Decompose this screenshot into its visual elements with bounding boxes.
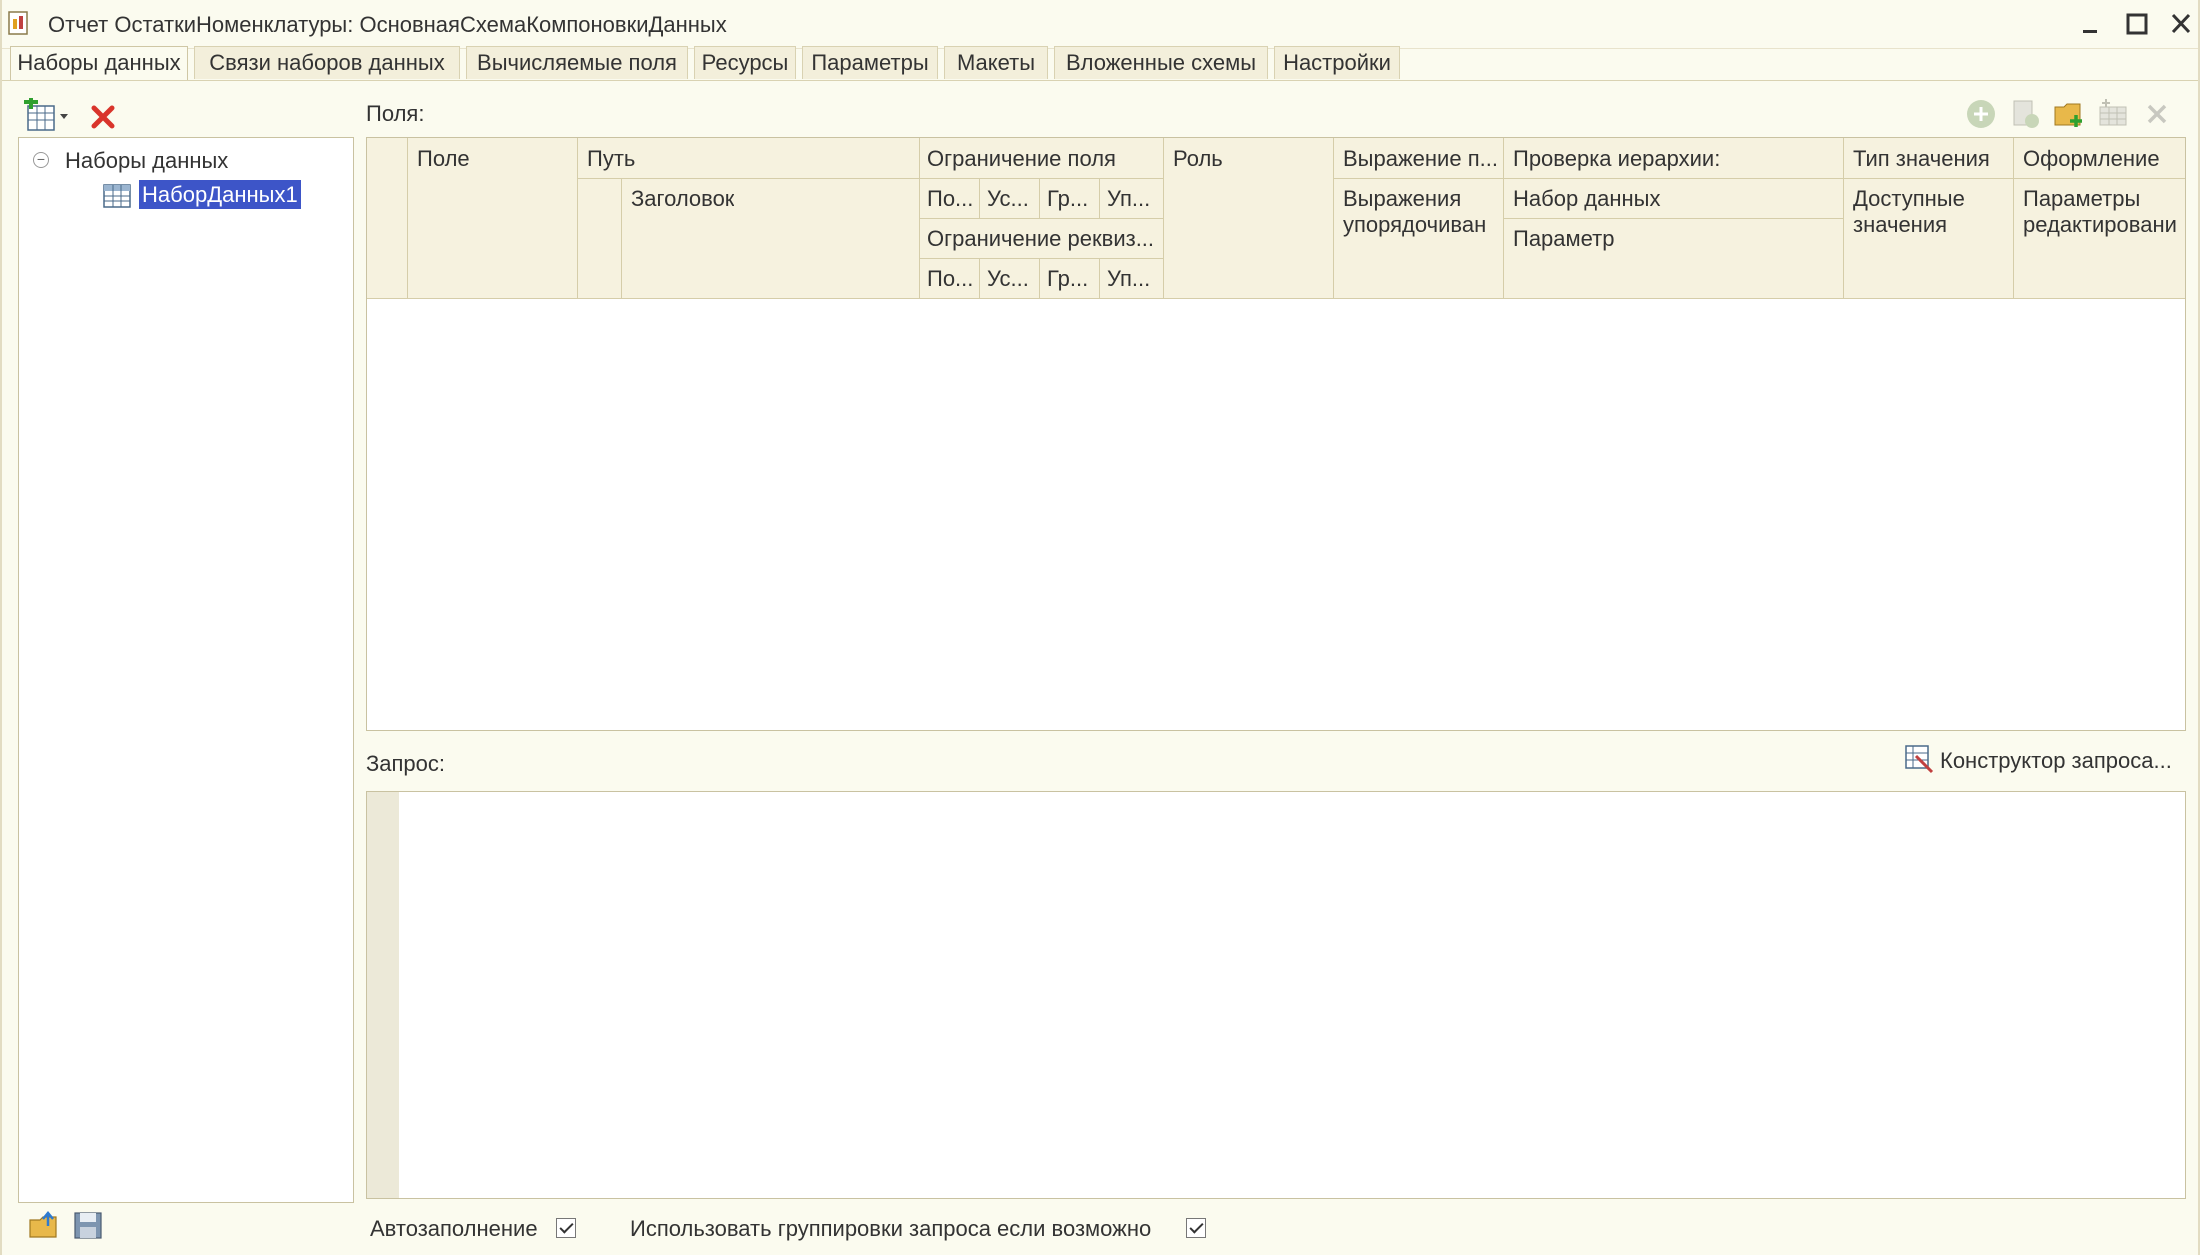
col-field[interactable]: Поле xyxy=(417,146,470,172)
collapse-icon[interactable]: − xyxy=(33,152,49,169)
tree-item-dataset1[interactable]: НаборДанных1 xyxy=(103,179,302,210)
query-wizard-icon xyxy=(1905,745,1934,774)
datasets-tree: − Наборы данных НаборДанных1 xyxy=(18,137,354,1203)
main-window: Отчет ОстаткиНоменклатуры: ОсновнаяСхема… xyxy=(0,0,2200,1255)
col-appearance[interactable]: Оформление xyxy=(2023,146,2160,172)
autofill-label: Автозаполнение xyxy=(370,1216,538,1241)
add-field-icon[interactable] xyxy=(2008,97,2042,131)
open-folder-icon[interactable] xyxy=(28,1210,60,1240)
tab-resources[interactable]: Ресурсы xyxy=(694,46,796,79)
query-editor-gutter xyxy=(367,792,399,1198)
save-icon[interactable] xyxy=(72,1210,104,1240)
tab-nested-schemas[interactable]: Вложенные схемы xyxy=(1054,46,1268,79)
col-attr-us[interactable]: Ус... xyxy=(987,266,1037,292)
autofill-checkbox[interactable] xyxy=(556,1218,576,1238)
col-attr-up[interactable]: Уп... xyxy=(1107,266,1161,292)
col-dataset[interactable]: Набор данных xyxy=(1513,186,1661,212)
col-restr-po[interactable]: По... xyxy=(927,186,977,212)
col-restr-us[interactable]: Ус... xyxy=(987,186,1037,212)
close-icon[interactable] xyxy=(2166,10,2196,38)
add-circle-icon[interactable] xyxy=(1964,97,1998,131)
col-expression[interactable]: Выражение п... xyxy=(1343,146,1501,172)
tree-item-label: НаборДанных1 xyxy=(138,179,302,210)
tab-templates[interactable]: Макеты xyxy=(944,46,1048,79)
maximize-icon[interactable] xyxy=(2122,10,2152,38)
tab-divider xyxy=(2,80,2198,81)
tree-root-label: Наборы данных xyxy=(65,148,229,173)
fields-table[interactable]: Поле Путь Заголовок Ограничение поля По.… xyxy=(366,137,2186,731)
delete-dataset-icon[interactable] xyxy=(88,102,118,132)
add-folder-icon[interactable] xyxy=(2052,97,2086,131)
tab-datasets[interactable]: Наборы данных xyxy=(10,46,188,81)
query-editor[interactable] xyxy=(366,791,2186,1199)
fields-label: Поля: xyxy=(366,101,425,126)
fields-table-header: Поле Путь Заголовок Ограничение поля По.… xyxy=(367,138,2185,299)
table-icon xyxy=(103,184,131,208)
delete-field-icon[interactable] xyxy=(2140,97,2174,131)
title-bar: Отчет ОстаткиНоменклатуры: ОсновнаяСхема… xyxy=(2,0,2198,49)
add-dataset-icon[interactable] xyxy=(24,98,74,134)
col-parameter[interactable]: Параметр xyxy=(1513,226,1614,252)
col-order-expression[interactable]: Выражения упорядочиван xyxy=(1343,186,1499,240)
report-icon xyxy=(8,11,28,35)
col-value-type[interactable]: Тип значения xyxy=(1853,146,1990,172)
col-title[interactable]: Заголовок xyxy=(631,186,734,212)
col-edit-params[interactable]: Параметры редактировани xyxy=(2023,186,2183,240)
add-table-icon[interactable] xyxy=(2096,97,2130,131)
window-title: Отчет ОстаткиНоменклатуры: ОсновнаяСхема… xyxy=(48,12,727,37)
col-field-restriction[interactable]: Ограничение поля xyxy=(927,146,1116,172)
col-attr-restriction[interactable]: Ограничение реквиз... xyxy=(927,226,1161,252)
tree-root-item[interactable]: − Наборы данных xyxy=(33,148,228,174)
use-grouping-checkbox[interactable] xyxy=(1186,1218,1206,1238)
tab-calculated-fields[interactable]: Вычисляемые поля xyxy=(466,46,688,79)
col-hierarchy-check[interactable]: Проверка иерархии: xyxy=(1513,146,1720,172)
tab-bar: Наборы данных Связи наборов данных Вычис… xyxy=(10,46,2190,81)
col-attr-gr[interactable]: Гр... xyxy=(1047,266,1097,292)
col-role[interactable]: Роль xyxy=(1173,146,1223,172)
minimize-icon[interactable] xyxy=(2076,10,2106,38)
tab-parameters[interactable]: Параметры xyxy=(802,46,938,79)
query-constructor-label: Конструктор запроса... xyxy=(1940,748,2172,773)
col-path[interactable]: Путь xyxy=(587,146,635,172)
col-attr-po[interactable]: По... xyxy=(927,266,977,292)
col-available-values[interactable]: Доступные значения xyxy=(1853,186,2009,240)
tab-dataset-links[interactable]: Связи наборов данных xyxy=(194,46,460,79)
tab-settings[interactable]: Настройки xyxy=(1274,46,1400,79)
col-restr-gr[interactable]: Гр... xyxy=(1047,186,1097,212)
use-grouping-label: Использовать группировки запроса если во… xyxy=(630,1216,1152,1241)
query-label: Запрос: xyxy=(366,751,446,776)
col-restr-up[interactable]: Уп... xyxy=(1107,186,1161,212)
